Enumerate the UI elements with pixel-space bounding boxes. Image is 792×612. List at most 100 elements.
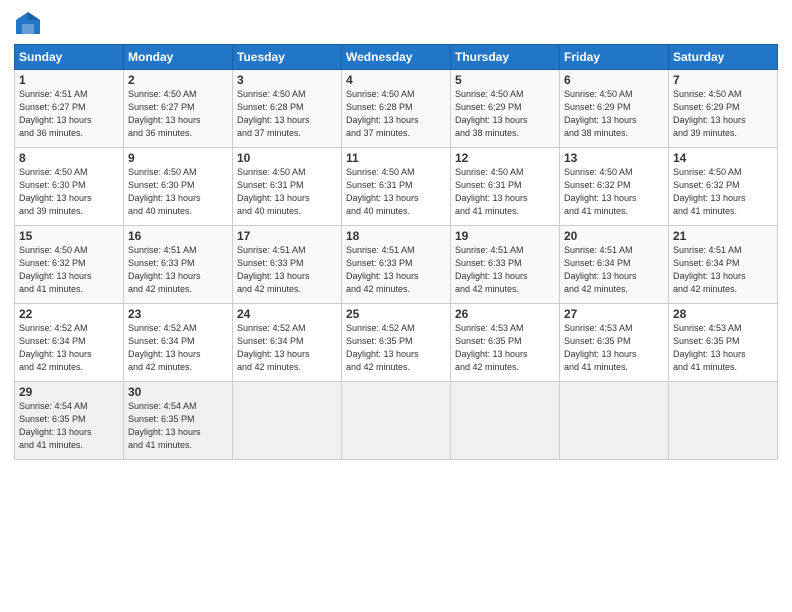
weekday-header-friday: Friday: [560, 45, 669, 70]
cell-content: Sunrise: 4:52 AMSunset: 6:34 PMDaylight:…: [237, 322, 337, 374]
cell-content: Sunrise: 4:51 AMSunset: 6:33 PMDaylight:…: [128, 244, 228, 296]
calendar-cell: 5Sunrise: 4:50 AMSunset: 6:29 PMDaylight…: [451, 70, 560, 148]
header: [14, 10, 778, 38]
calendar-cell: 6Sunrise: 4:50 AMSunset: 6:29 PMDaylight…: [560, 70, 669, 148]
calendar-cell: [233, 382, 342, 460]
calendar-cell: 22Sunrise: 4:52 AMSunset: 6:34 PMDayligh…: [15, 304, 124, 382]
day-number: 10: [237, 151, 337, 165]
weekday-header-sunday: Sunday: [15, 45, 124, 70]
calendar-cell: 11Sunrise: 4:50 AMSunset: 6:31 PMDayligh…: [342, 148, 451, 226]
day-number: 9: [128, 151, 228, 165]
day-number: 1: [19, 73, 119, 87]
calendar-cell: 12Sunrise: 4:50 AMSunset: 6:31 PMDayligh…: [451, 148, 560, 226]
day-number: 6: [564, 73, 664, 87]
cell-content: Sunrise: 4:50 AMSunset: 6:32 PMDaylight:…: [564, 166, 664, 218]
cell-content: Sunrise: 4:51 AMSunset: 6:33 PMDaylight:…: [237, 244, 337, 296]
cell-content: Sunrise: 4:51 AMSunset: 6:33 PMDaylight:…: [346, 244, 446, 296]
calendar-cell: 29Sunrise: 4:54 AMSunset: 6:35 PMDayligh…: [15, 382, 124, 460]
day-number: 15: [19, 229, 119, 243]
cell-content: Sunrise: 4:50 AMSunset: 6:28 PMDaylight:…: [346, 88, 446, 140]
calendar-week-row: 22Sunrise: 4:52 AMSunset: 6:34 PMDayligh…: [15, 304, 778, 382]
calendar-cell: 1Sunrise: 4:51 AMSunset: 6:27 PMDaylight…: [15, 70, 124, 148]
calendar-cell: 18Sunrise: 4:51 AMSunset: 6:33 PMDayligh…: [342, 226, 451, 304]
calendar-cell: 7Sunrise: 4:50 AMSunset: 6:29 PMDaylight…: [669, 70, 778, 148]
calendar-cell: 2Sunrise: 4:50 AMSunset: 6:27 PMDaylight…: [124, 70, 233, 148]
cell-content: Sunrise: 4:50 AMSunset: 6:29 PMDaylight:…: [564, 88, 664, 140]
calendar-cell: [669, 382, 778, 460]
weekday-header-thursday: Thursday: [451, 45, 560, 70]
calendar-cell: 8Sunrise: 4:50 AMSunset: 6:30 PMDaylight…: [15, 148, 124, 226]
cell-content: Sunrise: 4:53 AMSunset: 6:35 PMDaylight:…: [673, 322, 773, 374]
cell-content: Sunrise: 4:53 AMSunset: 6:35 PMDaylight:…: [455, 322, 555, 374]
calendar-week-row: 1Sunrise: 4:51 AMSunset: 6:27 PMDaylight…: [15, 70, 778, 148]
weekday-header-saturday: Saturday: [669, 45, 778, 70]
day-number: 23: [128, 307, 228, 321]
calendar-table: SundayMondayTuesdayWednesdayThursdayFrid…: [14, 44, 778, 460]
day-number: 28: [673, 307, 773, 321]
calendar-cell: 3Sunrise: 4:50 AMSunset: 6:28 PMDaylight…: [233, 70, 342, 148]
day-number: 21: [673, 229, 773, 243]
weekday-header-monday: Monday: [124, 45, 233, 70]
day-number: 30: [128, 385, 228, 399]
calendar-cell: [451, 382, 560, 460]
calendar-cell: 23Sunrise: 4:52 AMSunset: 6:34 PMDayligh…: [124, 304, 233, 382]
calendar-cell: 24Sunrise: 4:52 AMSunset: 6:34 PMDayligh…: [233, 304, 342, 382]
calendar-cell: 28Sunrise: 4:53 AMSunset: 6:35 PMDayligh…: [669, 304, 778, 382]
cell-content: Sunrise: 4:52 AMSunset: 6:34 PMDaylight:…: [19, 322, 119, 374]
day-number: 24: [237, 307, 337, 321]
cell-content: Sunrise: 4:50 AMSunset: 6:29 PMDaylight:…: [455, 88, 555, 140]
calendar-cell: 20Sunrise: 4:51 AMSunset: 6:34 PMDayligh…: [560, 226, 669, 304]
day-number: 3: [237, 73, 337, 87]
calendar-cell: 30Sunrise: 4:54 AMSunset: 6:35 PMDayligh…: [124, 382, 233, 460]
cell-content: Sunrise: 4:50 AMSunset: 6:27 PMDaylight:…: [128, 88, 228, 140]
day-number: 4: [346, 73, 446, 87]
day-number: 7: [673, 73, 773, 87]
calendar-cell: 14Sunrise: 4:50 AMSunset: 6:32 PMDayligh…: [669, 148, 778, 226]
calendar-cell: 21Sunrise: 4:51 AMSunset: 6:34 PMDayligh…: [669, 226, 778, 304]
day-number: 5: [455, 73, 555, 87]
cell-content: Sunrise: 4:50 AMSunset: 6:28 PMDaylight:…: [237, 88, 337, 140]
cell-content: Sunrise: 4:50 AMSunset: 6:30 PMDaylight:…: [19, 166, 119, 218]
logo: [14, 10, 46, 38]
day-number: 19: [455, 229, 555, 243]
day-number: 26: [455, 307, 555, 321]
cell-content: Sunrise: 4:50 AMSunset: 6:30 PMDaylight:…: [128, 166, 228, 218]
cell-content: Sunrise: 4:51 AMSunset: 6:34 PMDaylight:…: [564, 244, 664, 296]
cell-content: Sunrise: 4:54 AMSunset: 6:35 PMDaylight:…: [128, 400, 228, 452]
day-number: 12: [455, 151, 555, 165]
cell-content: Sunrise: 4:52 AMSunset: 6:35 PMDaylight:…: [346, 322, 446, 374]
cell-content: Sunrise: 4:51 AMSunset: 6:27 PMDaylight:…: [19, 88, 119, 140]
calendar-cell: 16Sunrise: 4:51 AMSunset: 6:33 PMDayligh…: [124, 226, 233, 304]
cell-content: Sunrise: 4:50 AMSunset: 6:29 PMDaylight:…: [673, 88, 773, 140]
cell-content: Sunrise: 4:51 AMSunset: 6:34 PMDaylight:…: [673, 244, 773, 296]
day-number: 14: [673, 151, 773, 165]
calendar-cell: 9Sunrise: 4:50 AMSunset: 6:30 PMDaylight…: [124, 148, 233, 226]
calendar-week-row: 15Sunrise: 4:50 AMSunset: 6:32 PMDayligh…: [15, 226, 778, 304]
calendar-cell: 27Sunrise: 4:53 AMSunset: 6:35 PMDayligh…: [560, 304, 669, 382]
day-number: 25: [346, 307, 446, 321]
day-number: 17: [237, 229, 337, 243]
calendar-cell: 13Sunrise: 4:50 AMSunset: 6:32 PMDayligh…: [560, 148, 669, 226]
weekday-header-tuesday: Tuesday: [233, 45, 342, 70]
cell-content: Sunrise: 4:50 AMSunset: 6:32 PMDaylight:…: [19, 244, 119, 296]
weekday-header-wednesday: Wednesday: [342, 45, 451, 70]
weekday-header-row: SundayMondayTuesdayWednesdayThursdayFrid…: [15, 45, 778, 70]
cell-content: Sunrise: 4:51 AMSunset: 6:33 PMDaylight:…: [455, 244, 555, 296]
calendar-cell: 26Sunrise: 4:53 AMSunset: 6:35 PMDayligh…: [451, 304, 560, 382]
calendar-cell: [342, 382, 451, 460]
calendar-cell: 15Sunrise: 4:50 AMSunset: 6:32 PMDayligh…: [15, 226, 124, 304]
cell-content: Sunrise: 4:52 AMSunset: 6:34 PMDaylight:…: [128, 322, 228, 374]
calendar-cell: 10Sunrise: 4:50 AMSunset: 6:31 PMDayligh…: [233, 148, 342, 226]
calendar-cell: 4Sunrise: 4:50 AMSunset: 6:28 PMDaylight…: [342, 70, 451, 148]
day-number: 27: [564, 307, 664, 321]
cell-content: Sunrise: 4:50 AMSunset: 6:31 PMDaylight:…: [237, 166, 337, 218]
calendar-week-row: 29Sunrise: 4:54 AMSunset: 6:35 PMDayligh…: [15, 382, 778, 460]
day-number: 16: [128, 229, 228, 243]
day-number: 22: [19, 307, 119, 321]
day-number: 20: [564, 229, 664, 243]
calendar-week-row: 8Sunrise: 4:50 AMSunset: 6:30 PMDaylight…: [15, 148, 778, 226]
day-number: 2: [128, 73, 228, 87]
cell-content: Sunrise: 4:54 AMSunset: 6:35 PMDaylight:…: [19, 400, 119, 452]
calendar-cell: 17Sunrise: 4:51 AMSunset: 6:33 PMDayligh…: [233, 226, 342, 304]
logo-icon: [14, 10, 42, 38]
